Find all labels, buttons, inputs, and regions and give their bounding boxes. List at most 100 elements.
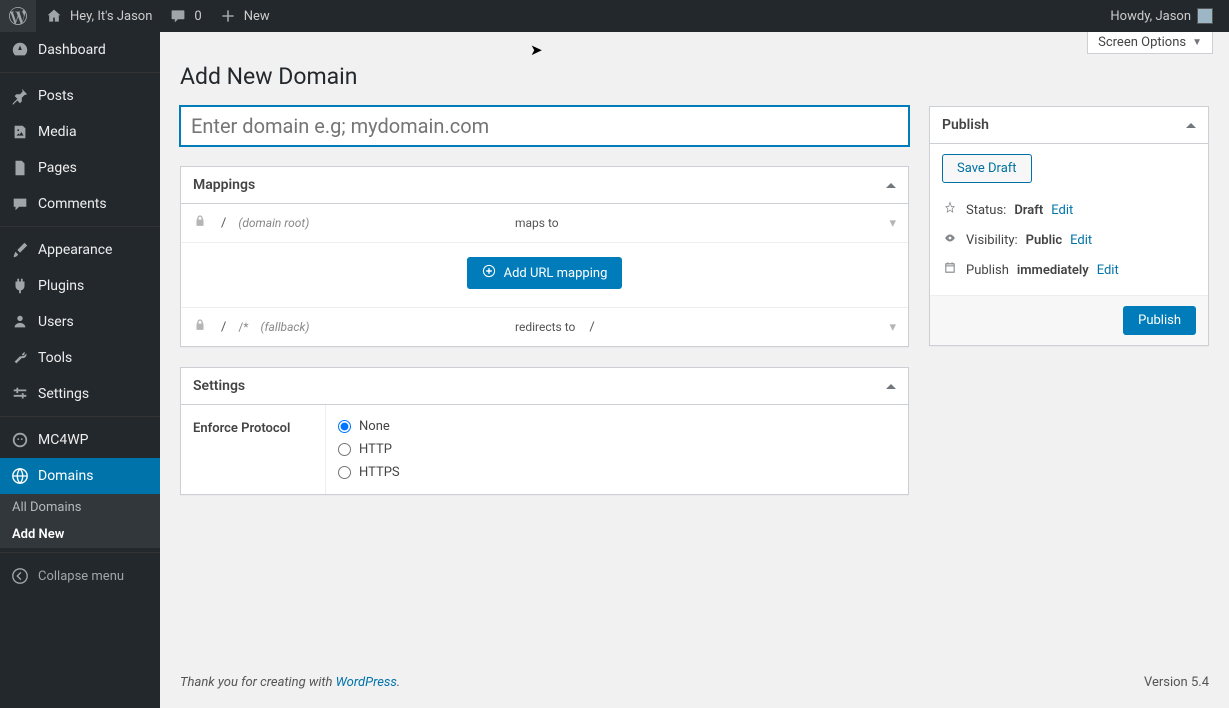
- protocol-option-https[interactable]: HTTPS: [338, 465, 896, 480]
- home-icon: [44, 6, 64, 26]
- media-icon: [10, 122, 30, 142]
- comments-icon: [10, 194, 30, 214]
- root-note: (domain root): [238, 216, 309, 230]
- wordpress-icon: [8, 6, 28, 26]
- fallback-note: (fallback): [261, 320, 310, 334]
- menu-plugins[interactable]: Plugins: [0, 268, 160, 304]
- separator: [0, 412, 160, 417]
- toggle-icon[interactable]: [1186, 123, 1196, 128]
- radio-none[interactable]: [338, 420, 351, 433]
- save-draft-button[interactable]: Save Draft: [942, 154, 1032, 183]
- redirect-target: /: [589, 320, 689, 335]
- dashboard-icon: [10, 40, 30, 60]
- plugin-icon: [10, 276, 30, 296]
- settings-title: Settings: [193, 378, 245, 394]
- comment-icon: [168, 6, 188, 26]
- lock-icon: [193, 214, 207, 232]
- fallback-glob: /*: [238, 320, 248, 334]
- menu-appearance[interactable]: Appearance: [0, 232, 160, 268]
- plus-icon: [218, 6, 238, 26]
- fallback-path: /: [221, 320, 226, 335]
- menu-domains[interactable]: Domains: [0, 458, 160, 494]
- version-label: Version 5.4: [1144, 675, 1209, 690]
- avatar: [1197, 8, 1213, 24]
- enforce-protocol-label: Enforce Protocol: [181, 405, 326, 494]
- mailchimp-icon: [10, 430, 30, 450]
- visibility-value: Public: [1026, 233, 1062, 248]
- page-title: Add New Domain: [180, 54, 1209, 94]
- maps-to-label: maps to: [515, 216, 559, 230]
- visibility-edit-link[interactable]: Edit: [1070, 233, 1092, 248]
- publish-box: Publish Save Draft Status: Draft Edit: [929, 106, 1209, 346]
- main-content: Screen Options ▼ Add New Domain Mappings: [160, 32, 1229, 708]
- mapping-fallback-row: / /* (fallback) redirects to / ▾: [181, 308, 908, 346]
- protocol-option-none[interactable]: None: [338, 419, 896, 434]
- submenu-add-new[interactable]: Add New: [0, 521, 160, 548]
- publish-title: Publish: [942, 117, 989, 133]
- radio-http[interactable]: [338, 443, 351, 456]
- admin-sidebar: Dashboard Posts Media Pages Comments App…: [0, 32, 160, 708]
- pin-icon: [942, 201, 958, 219]
- menu-mc4wp[interactable]: MC4WP: [0, 422, 160, 458]
- wp-logo[interactable]: [0, 0, 36, 32]
- new-label: New: [244, 9, 270, 24]
- wordpress-link[interactable]: WordPress: [336, 675, 397, 690]
- admin-bar: Hey, It's Jason 0 New Howdy, Jason: [0, 0, 1229, 32]
- comments-link[interactable]: 0: [160, 0, 209, 32]
- pin-icon: [10, 86, 30, 106]
- sliders-icon: [10, 384, 30, 404]
- publish-button[interactable]: Publish: [1123, 306, 1196, 335]
- status-edit-link[interactable]: Edit: [1051, 203, 1073, 218]
- status-row: Status: Draft Edit: [942, 195, 1196, 225]
- collapse-menu[interactable]: Collapse menu: [0, 558, 160, 594]
- toggle-icon[interactable]: [886, 183, 896, 188]
- chevron-down-icon[interactable]: ▾: [889, 320, 896, 335]
- submenu-all-domains[interactable]: All Domains: [0, 494, 160, 521]
- separator: [0, 222, 160, 227]
- settings-box: Settings Enforce Protocol None HTTP HTTP…: [180, 367, 909, 495]
- separator: [0, 68, 160, 73]
- wrench-icon: [10, 348, 30, 368]
- lock-icon: [193, 318, 207, 336]
- schedule-value: immediately: [1017, 263, 1089, 278]
- user-icon: [10, 312, 30, 332]
- menu-pages[interactable]: Pages: [0, 150, 160, 186]
- screen-options-toggle[interactable]: Screen Options ▼: [1087, 32, 1213, 54]
- plus-circle-icon: [482, 264, 496, 282]
- toggle-icon[interactable]: [886, 384, 896, 389]
- page-icon: [10, 158, 30, 178]
- footer: Thank you for creating with WordPress. V…: [160, 657, 1229, 708]
- add-url-mapping-button[interactable]: Add URL mapping: [467, 257, 623, 289]
- status-value: Draft: [1014, 203, 1043, 218]
- calendar-icon: [942, 261, 958, 279]
- site-link[interactable]: Hey, It's Jason: [36, 0, 160, 32]
- comment-count: 0: [194, 9, 201, 24]
- eye-icon: [942, 231, 958, 249]
- mapping-root-row: / (domain root) maps to ▾: [181, 204, 908, 243]
- root-path: /: [221, 216, 226, 231]
- menu-users[interactable]: Users: [0, 304, 160, 340]
- site-name: Hey, It's Jason: [70, 9, 152, 24]
- menu-tools[interactable]: Tools: [0, 340, 160, 376]
- menu-dashboard[interactable]: Dashboard: [0, 32, 160, 68]
- menu-media[interactable]: Media: [0, 114, 160, 150]
- protocol-option-http[interactable]: HTTP: [338, 442, 896, 457]
- redirects-to-label: redirects to: [515, 320, 575, 334]
- chevron-down-icon: ▼: [1192, 37, 1202, 48]
- chevron-down-icon[interactable]: ▾: [889, 216, 896, 231]
- brush-icon: [10, 240, 30, 260]
- user-menu[interactable]: Howdy, Jason: [1102, 0, 1221, 32]
- howdy-text: Howdy, Jason: [1110, 9, 1191, 24]
- footer-thanks: Thank you for creating with WordPress.: [180, 675, 400, 690]
- radio-https[interactable]: [338, 466, 351, 479]
- visibility-row: Visibility: Public Edit: [942, 225, 1196, 255]
- schedule-edit-link[interactable]: Edit: [1097, 263, 1119, 278]
- domain-input[interactable]: [180, 106, 909, 146]
- collapse-icon: [10, 566, 30, 586]
- mappings-box: Mappings / (domain root) maps to: [180, 166, 909, 347]
- menu-posts[interactable]: Posts: [0, 78, 160, 114]
- new-link[interactable]: New: [210, 0, 278, 32]
- schedule-row: Publish immediately Edit: [942, 255, 1196, 285]
- menu-settings[interactable]: Settings: [0, 376, 160, 412]
- menu-comments[interactable]: Comments: [0, 186, 160, 222]
